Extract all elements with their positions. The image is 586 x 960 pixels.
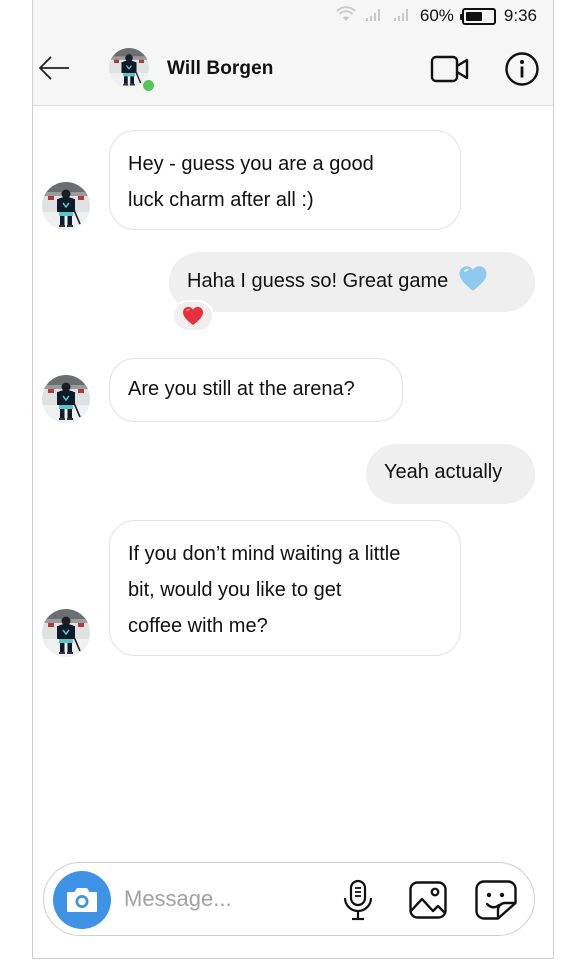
avatar[interactable] — [42, 375, 90, 423]
wifi-icon — [336, 5, 356, 27]
message-text: If you don’t mind waiting a little — [128, 543, 401, 565]
battery-icon — [459, 7, 496, 25]
info-icon[interactable] — [504, 51, 540, 87]
chat-header: Will Borgen — [33, 32, 553, 106]
heart-reaction[interactable] — [172, 300, 214, 332]
online-indicator — [141, 78, 156, 93]
message-text: Are you still at the arena? — [128, 378, 355, 400]
sticker-icon[interactable] — [474, 879, 518, 921]
signal-icon — [364, 6, 384, 27]
back-arrow-icon[interactable] — [37, 54, 71, 82]
message-text: Haha I guess so! Great game — [187, 270, 449, 292]
message-composer — [43, 862, 535, 936]
incoming-message-bubble[interactable]: Are you still at the arena? — [109, 358, 403, 422]
message-text: coffee with me? — [128, 615, 268, 637]
chat-screen: 60% 9:36 Will Borgen Hey - guess you are… — [32, 0, 554, 959]
incoming-message-bubble[interactable]: Hey - guess you are a good luck charm af… — [109, 130, 461, 230]
outgoing-message-bubble[interactable]: Yeah actually — [366, 444, 535, 504]
microphone-icon[interactable] — [340, 879, 376, 921]
blue-heart-emoji — [459, 266, 487, 291]
battery-percent: 60% — [419, 6, 454, 25]
avatar[interactable] — [42, 609, 90, 657]
gallery-icon[interactable] — [408, 880, 448, 920]
signal-icon — [392, 6, 412, 27]
video-call-icon[interactable] — [430, 53, 470, 85]
clock: 9:36 — [503, 6, 537, 25]
message-text: Yeah actually — [384, 461, 503, 483]
message-input[interactable] — [124, 881, 324, 917]
incoming-message-bubble[interactable]: If you don’t mind waiting a little bit, … — [109, 520, 461, 656]
outgoing-message-bubble[interactable]: Haha I guess so! Great game — [169, 252, 535, 312]
camera-button[interactable] — [53, 871, 111, 929]
camera-icon — [67, 888, 97, 912]
contact-name[interactable]: Will Borgen — [167, 58, 273, 80]
message-text: bit, would you like to get — [128, 579, 342, 601]
avatar[interactable] — [42, 182, 90, 230]
red-heart-icon — [183, 306, 203, 326]
message-text: Hey - guess you are a good — [128, 153, 374, 175]
status-bar: 60% 9:36 — [33, 0, 553, 32]
message-text: luck charm after all :) — [128, 189, 314, 211]
